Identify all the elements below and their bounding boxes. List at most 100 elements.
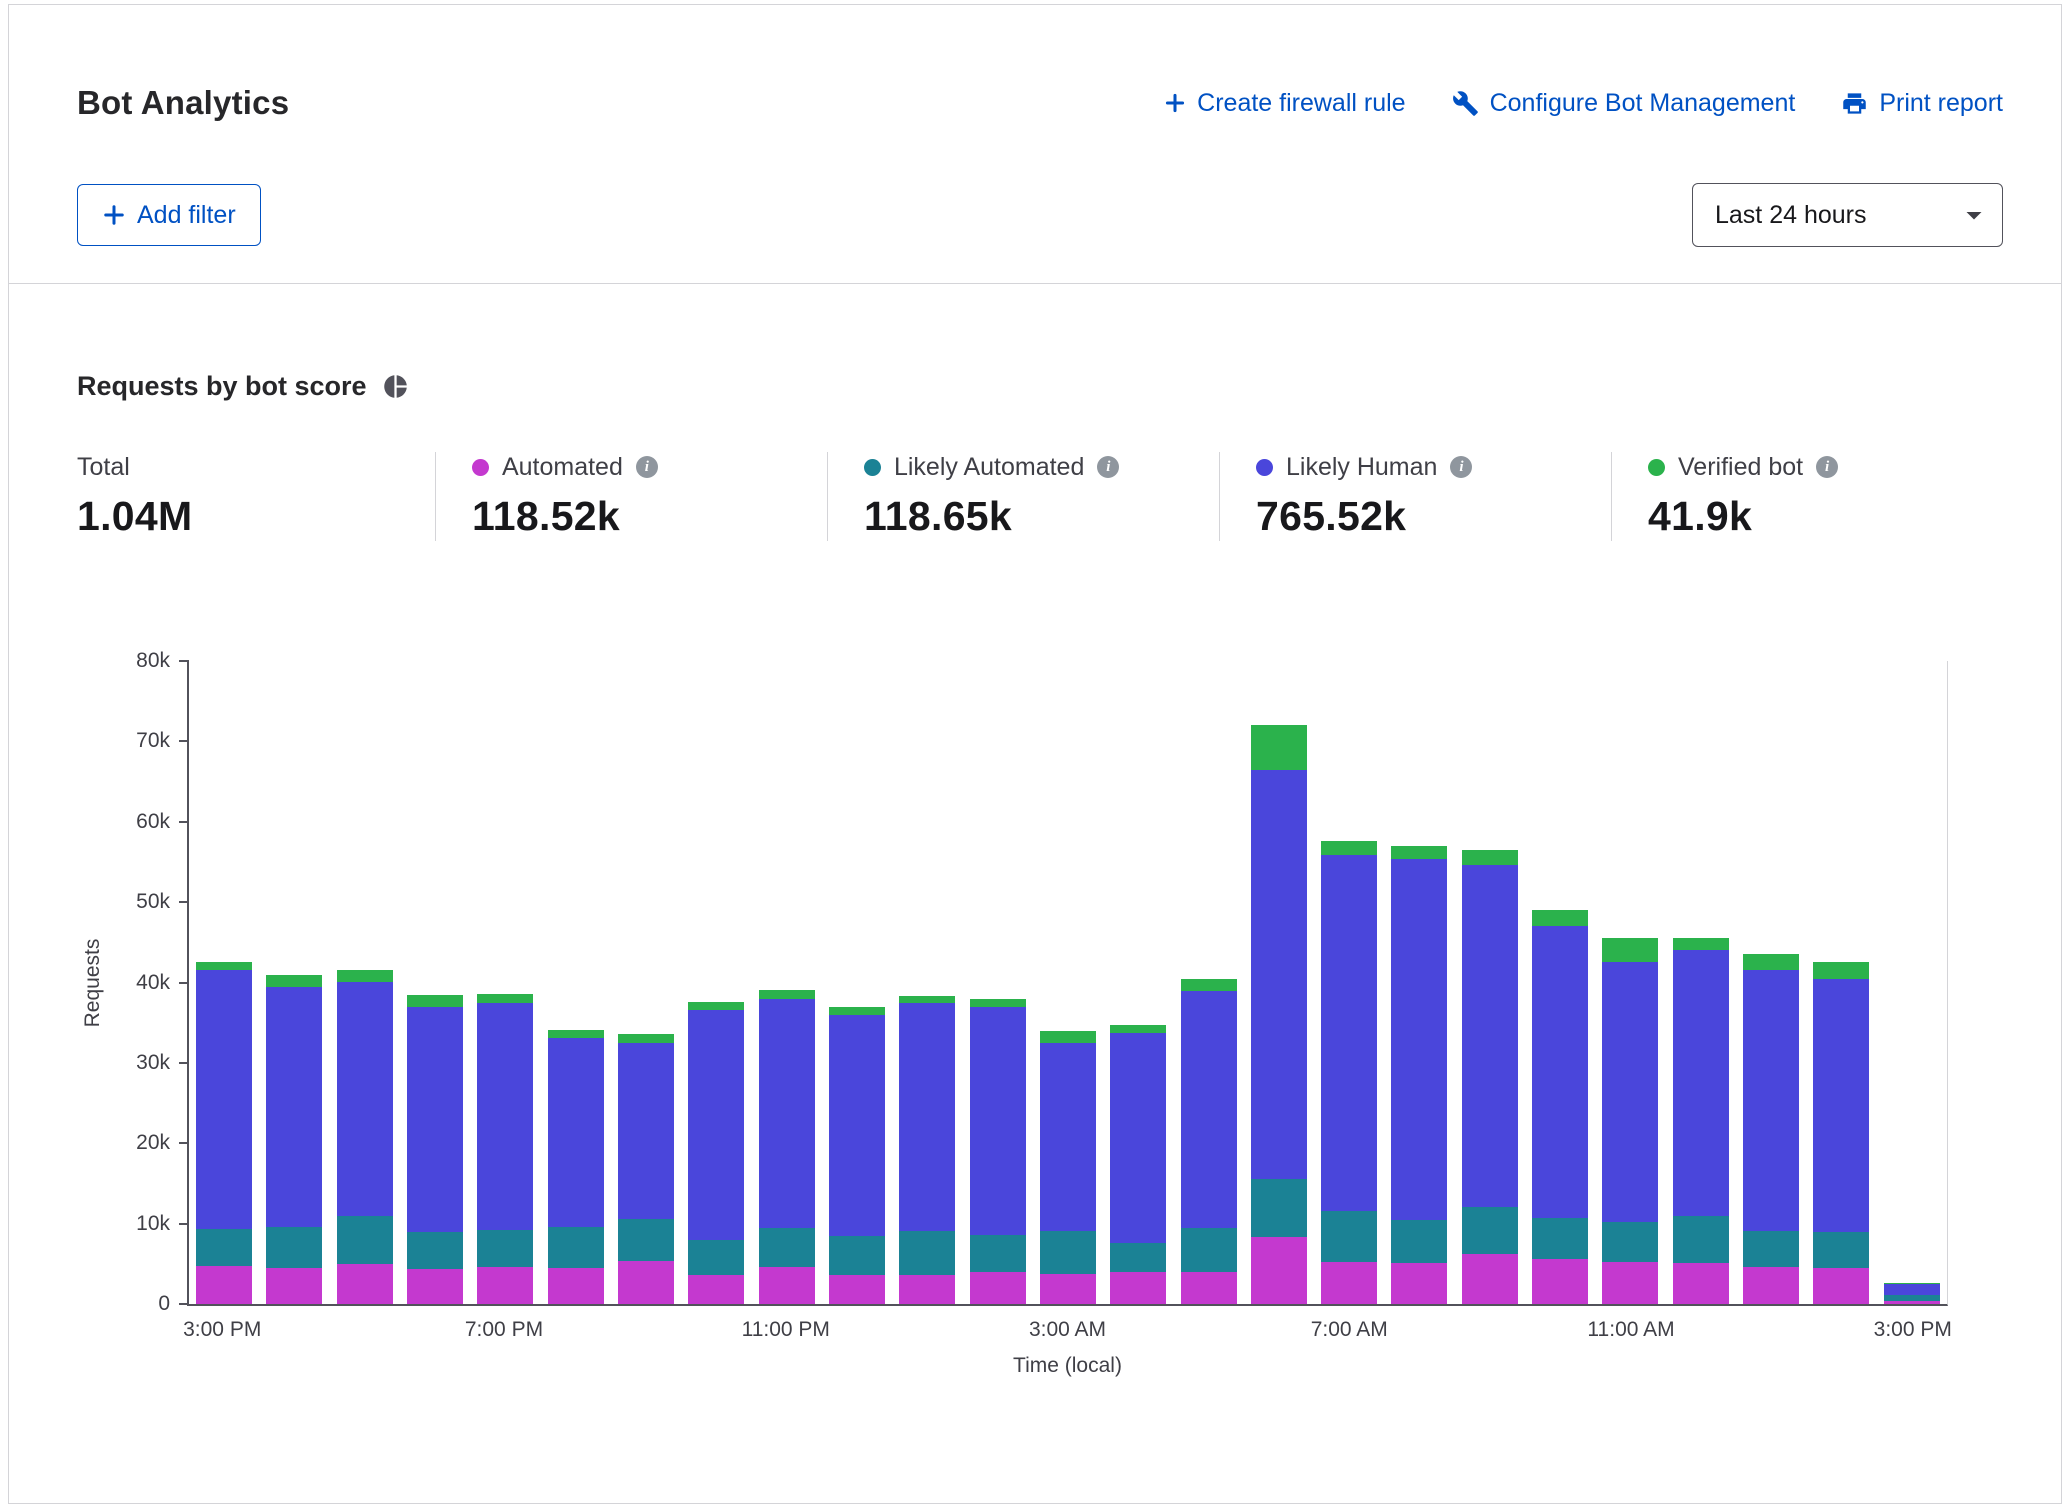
bar-segment-automated[interactable]	[899, 1275, 955, 1304]
bar-segment-likely-automated[interactable]	[970, 1235, 1026, 1272]
bar-segment-likely-human[interactable]	[337, 982, 393, 1216]
bar-segment-automated[interactable]	[337, 1264, 393, 1304]
stacked-bar[interactable]	[1673, 661, 1729, 1304]
stacked-bar[interactable]	[1391, 661, 1447, 1304]
bar-segment-likely-automated[interactable]	[1462, 1207, 1518, 1254]
stacked-bar[interactable]	[829, 661, 885, 1304]
bar-segment-automated[interactable]	[970, 1272, 1026, 1304]
stacked-bar[interactable]	[337, 661, 393, 1304]
bar-segment-likely-human[interactable]	[407, 1007, 463, 1231]
bar-segment-likely-automated[interactable]	[759, 1228, 815, 1267]
stacked-bar[interactable]	[1462, 661, 1518, 1304]
bar-segment-likely-automated[interactable]	[1110, 1243, 1166, 1272]
bar-segment-automated[interactable]	[759, 1267, 815, 1304]
bar-segment-likely-human[interactable]	[1321, 855, 1377, 1211]
bar-segment-automated[interactable]	[196, 1266, 252, 1304]
bar-segment-likely-automated[interactable]	[266, 1227, 322, 1268]
bar-segment-automated[interactable]	[1673, 1263, 1729, 1304]
bar-segment-verified-bot[interactable]	[196, 962, 252, 971]
bar-segment-verified-bot[interactable]	[1532, 910, 1588, 926]
bar-segment-automated[interactable]	[266, 1268, 322, 1304]
bar-segment-automated[interactable]	[1321, 1262, 1377, 1304]
bar-segment-verified-bot[interactable]	[266, 975, 322, 987]
bar-segment-automated[interactable]	[1040, 1274, 1096, 1304]
bar-segment-likely-automated[interactable]	[1602, 1222, 1658, 1262]
create-firewall-rule-link[interactable]: Create firewall rule	[1164, 89, 1405, 118]
bar-segment-likely-automated[interactable]	[196, 1229, 252, 1266]
bar-segment-verified-bot[interactable]	[477, 994, 533, 1003]
stacked-bar[interactable]	[1040, 661, 1096, 1304]
stacked-bar[interactable]	[548, 661, 604, 1304]
bar-segment-verified-bot[interactable]	[1040, 1031, 1096, 1043]
bar-segment-likely-human[interactable]	[1673, 950, 1729, 1215]
bar-segment-likely-human[interactable]	[266, 987, 322, 1227]
bar-segment-likely-automated[interactable]	[618, 1219, 674, 1261]
stacked-bar[interactable]	[688, 661, 744, 1304]
bar-segment-likely-automated[interactable]	[1673, 1216, 1729, 1263]
stacked-bar[interactable]	[196, 661, 252, 1304]
stacked-bar[interactable]	[759, 661, 815, 1304]
bar-segment-likely-human[interactable]	[1743, 970, 1799, 1231]
bar-segment-automated[interactable]	[1884, 1301, 1940, 1304]
bar-segment-verified-bot[interactable]	[1391, 846, 1447, 859]
bar-segment-verified-bot[interactable]	[759, 990, 815, 999]
stacked-bar[interactable]	[1884, 661, 1940, 1304]
bar-segment-verified-bot[interactable]	[829, 1007, 885, 1016]
bar-segment-likely-automated[interactable]	[1743, 1231, 1799, 1267]
stacked-bar[interactable]	[1321, 661, 1377, 1304]
stacked-bar[interactable]	[1532, 661, 1588, 1304]
bar-segment-likely-human[interactable]	[1532, 926, 1588, 1218]
bar-segment-verified-bot[interactable]	[1321, 841, 1377, 855]
bar-segment-likely-automated[interactable]	[1391, 1220, 1447, 1263]
stacked-bar[interactable]	[477, 661, 533, 1304]
bar-segment-likely-human[interactable]	[1602, 962, 1658, 1222]
bar-segment-verified-bot[interactable]	[1181, 979, 1237, 992]
bar-segment-verified-bot[interactable]	[1743, 954, 1799, 970]
bar-segment-likely-automated[interactable]	[337, 1216, 393, 1264]
bar-segment-likely-human[interactable]	[1040, 1043, 1096, 1231]
stacked-bar[interactable]	[1743, 661, 1799, 1304]
bar-segment-verified-bot[interactable]	[1462, 850, 1518, 865]
bar-segment-automated[interactable]	[1602, 1262, 1658, 1304]
bar-segment-likely-human[interactable]	[1251, 770, 1307, 1180]
bar-segment-automated[interactable]	[618, 1261, 674, 1304]
bar-segment-verified-bot[interactable]	[407, 995, 463, 1007]
bar-segment-verified-bot[interactable]	[899, 996, 955, 1003]
bar-segment-likely-automated[interactable]	[407, 1232, 463, 1269]
bar-segment-automated[interactable]	[407, 1269, 463, 1304]
configure-bot-management-link[interactable]: Configure Bot Management	[1452, 89, 1796, 118]
bar-segment-likely-automated[interactable]	[1813, 1232, 1869, 1268]
print-report-link[interactable]: Print report	[1841, 89, 2003, 118]
bar-segment-automated[interactable]	[477, 1267, 533, 1304]
bar-segment-likely-human[interactable]	[1462, 865, 1518, 1207]
bar-segment-likely-human[interactable]	[970, 1007, 1026, 1235]
bar-segment-verified-bot[interactable]	[688, 1002, 744, 1010]
bar-segment-likely-human[interactable]	[1181, 991, 1237, 1227]
bar-segment-likely-automated[interactable]	[829, 1236, 885, 1275]
bar-segment-likely-automated[interactable]	[899, 1231, 955, 1275]
bar-segment-likely-automated[interactable]	[1251, 1179, 1307, 1236]
stacked-bar[interactable]	[407, 661, 463, 1304]
info-icon[interactable]: i	[636, 456, 658, 478]
bar-segment-verified-bot[interactable]	[337, 970, 393, 982]
bar-segment-likely-human[interactable]	[1391, 859, 1447, 1220]
bar-segment-verified-bot[interactable]	[1110, 1025, 1166, 1033]
stacked-bar[interactable]	[618, 661, 674, 1304]
stacked-bar[interactable]	[1251, 661, 1307, 1304]
bar-segment-likely-human[interactable]	[477, 1003, 533, 1230]
bar-segment-likely-automated[interactable]	[1532, 1218, 1588, 1259]
bar-segment-likely-human[interactable]	[1813, 979, 1869, 1232]
time-range-select[interactable]: Last 24 hours	[1692, 183, 2003, 247]
bar-segment-verified-bot[interactable]	[1673, 938, 1729, 951]
bar-segment-likely-human[interactable]	[899, 1003, 955, 1230]
bar-segment-likely-automated[interactable]	[688, 1240, 744, 1275]
bar-segment-likely-automated[interactable]	[1181, 1228, 1237, 1272]
bar-segment-verified-bot[interactable]	[548, 1030, 604, 1038]
stacked-bar[interactable]	[970, 661, 1026, 1304]
bar-segment-likely-human[interactable]	[196, 970, 252, 1229]
info-icon[interactable]: i	[1097, 456, 1119, 478]
bar-segment-automated[interactable]	[1462, 1254, 1518, 1304]
stacked-bar[interactable]	[1813, 661, 1869, 1304]
bar-segment-verified-bot[interactable]	[1602, 938, 1658, 962]
bar-segment-likely-human[interactable]	[618, 1043, 674, 1219]
